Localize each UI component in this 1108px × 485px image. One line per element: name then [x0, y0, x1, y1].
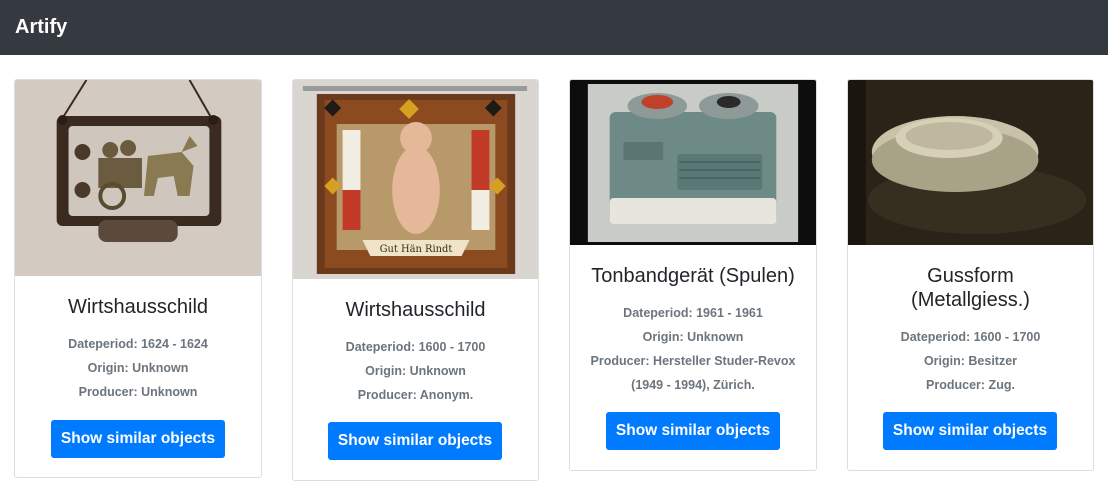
object-card: Gut Hän Rindt Wirtshausschild Dateperiod… — [292, 79, 539, 481]
navbar: Artify — [0, 0, 1108, 55]
object-title-line: Gussform — [927, 265, 1014, 287]
show-similar-objects-button[interactable]: Show similar objects — [883, 412, 1057, 450]
object-image — [570, 80, 816, 245]
dateperiod-text: Dateperiod: 1600 - 1700 — [345, 340, 486, 354]
object-metadata: Dateperiod: 1961 - 1961 Origin: Unknown … — [576, 301, 810, 397]
dateperiod-text: Dateperiod: 1600 - 1700 — [900, 330, 1041, 344]
dateperiod-text: Dateperiod: 1624 - 1624 — [68, 337, 208, 351]
sign-inscription: Gut Hän Rindt — [380, 244, 453, 255]
object-card: Tonbandgerät (Spulen) Dateperiod: 1961 -… — [569, 79, 817, 471]
object-metadata: Dateperiod: 1624 - 1624 Origin: Unknown … — [21, 332, 255, 404]
producer-text: Producer: Unknown — [78, 385, 198, 399]
show-similar-objects-button[interactable]: Show similar objects — [51, 420, 225, 458]
object-image — [848, 80, 1093, 245]
producer-text: Producer: Zug. — [926, 378, 1015, 392]
show-similar-objects-button[interactable]: Show similar objects — [606, 412, 780, 450]
producer-text: Producer: Anonym. — [357, 388, 474, 402]
producer-text: Producer: Hersteller Studer-Revox — [590, 354, 796, 368]
object-title: Wirtshausschild — [67, 296, 209, 318]
object-card: Gussform (Metallgiess.) Dateperiod: 1600… — [847, 79, 1094, 471]
object-image: Gut Hän Rindt — [293, 80, 538, 279]
object-image — [15, 80, 261, 276]
show-similar-objects-button[interactable]: Show similar objects — [328, 422, 502, 460]
object-title: Wirtshausschild — [345, 299, 486, 321]
object-metadata: Dateperiod: 1600 - 1700 Origin: Besitzer… — [854, 325, 1087, 397]
origin-text: Origin: Besitzer — [923, 354, 1018, 368]
object-card: Wirtshausschild Dateperiod: 1624 - 1624 … — [14, 79, 262, 478]
origin-text: Origin: Unknown — [87, 361, 189, 375]
object-metadata: Dateperiod: 1600 - 1700 Origin: Unknown … — [299, 335, 532, 407]
producer-text-continued: (1949 - 1994), Zürich. — [631, 378, 755, 392]
object-title: Tonbandgerät (Spulen) — [591, 265, 795, 287]
brand-logo[interactable]: Artify — [15, 15, 67, 39]
object-title-line: (Metallgiess.) — [911, 289, 1030, 311]
object-title: Gussform (Metallgiess.) — [858, 264, 1083, 312]
origin-text: Origin: Unknown — [365, 364, 466, 378]
origin-text: Origin: Unknown — [642, 330, 744, 344]
dateperiod-text: Dateperiod: 1961 - 1961 — [623, 306, 763, 320]
